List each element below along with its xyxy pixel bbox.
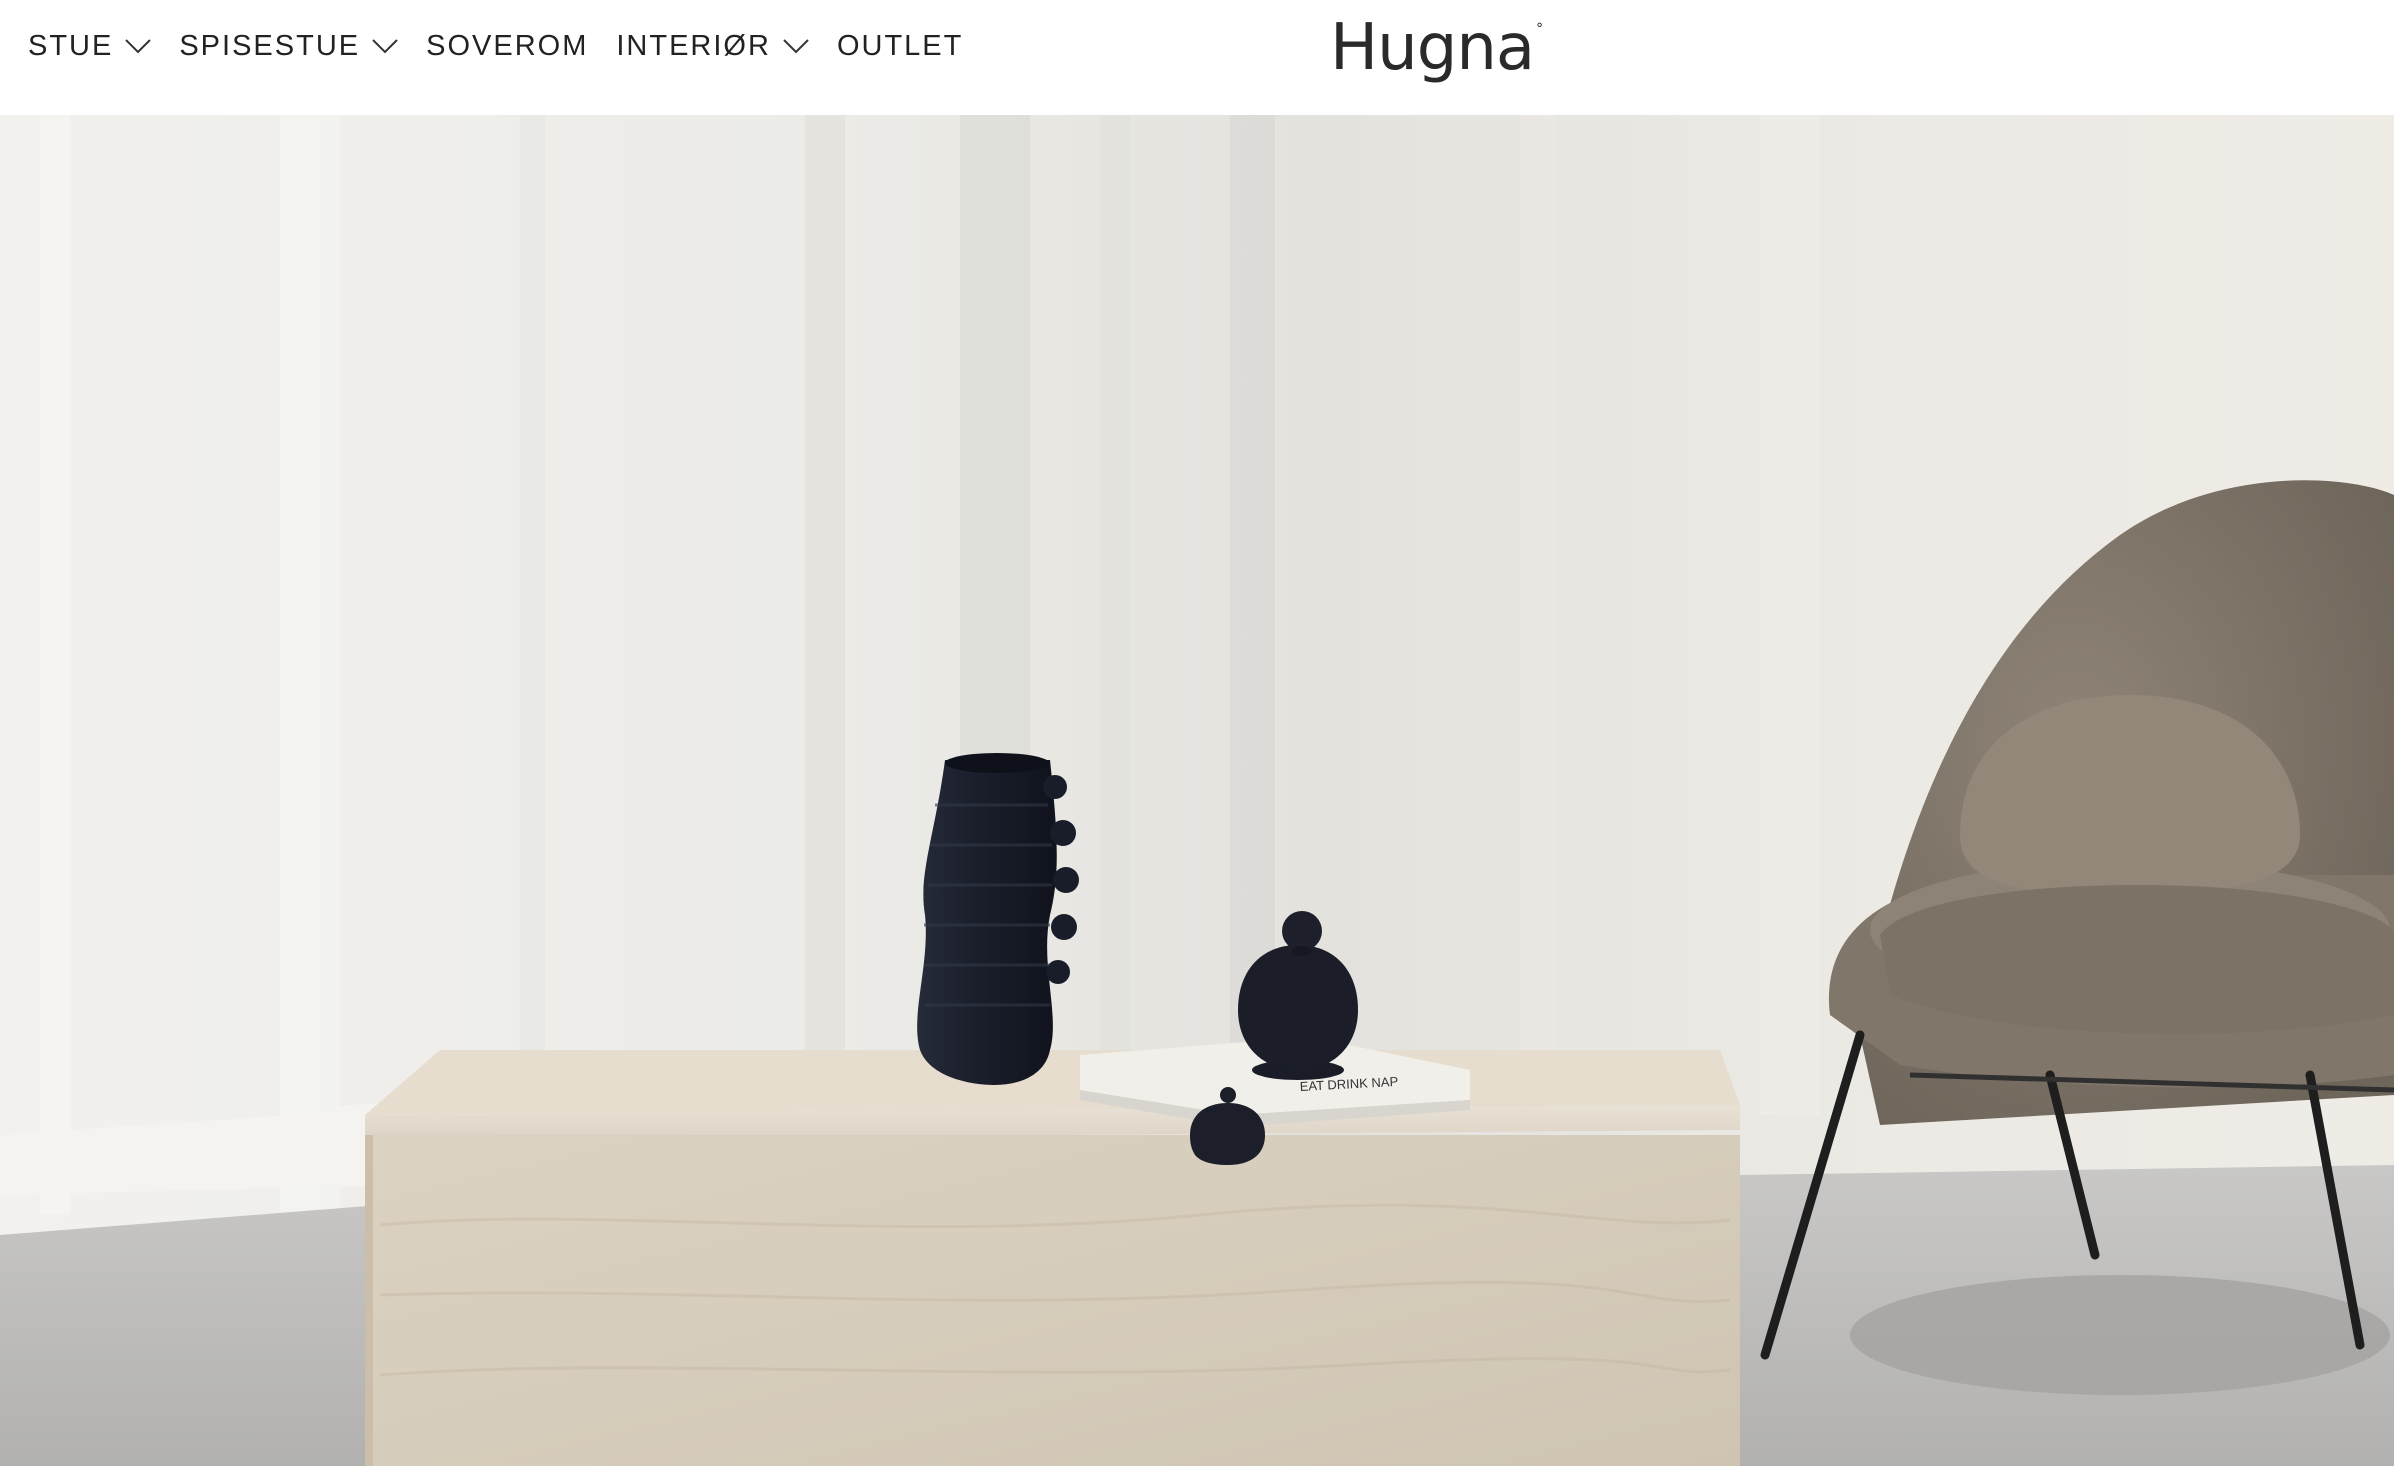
nav-item-interior[interactable]: INTERIØR [616, 30, 809, 63]
logo-text: Hugna [1330, 11, 1535, 85]
site-logo[interactable]: Hugna ° [1330, 8, 1543, 88]
nav-label: SOVEROM [426, 29, 589, 62]
hero-image: EAT DRINK NAP [0, 115, 2394, 1466]
nav-label: INTERIØR [616, 29, 771, 62]
chevron-down-icon [125, 39, 152, 54]
hero-banner[interactable]: EAT DRINK NAP [0, 115, 2394, 1466]
nav-item-stue[interactable]: STUE [28, 29, 152, 63]
logo-registered-mark: ° [1536, 21, 1543, 37]
nav-item-outlet[interactable]: OUTLET [837, 30, 963, 63]
site-header: STUE SPISESTUE SOVEROM INTERIØR OUTLET H… [0, 0, 2394, 115]
nav-label: SPISESTUE [179, 29, 361, 62]
nav-item-spisestue[interactable]: SPISESTUE [179, 30, 398, 63]
nav-label: OUTLET [836, 29, 964, 62]
chevron-down-icon [372, 39, 398, 54]
main-nav: STUE SPISESTUE SOVEROM INTERIØR OUTLET [28, 26, 991, 66]
nav-label: STUE [28, 29, 114, 62]
chevron-down-icon [783, 39, 809, 54]
nav-item-soverom[interactable]: SOVEROM [426, 30, 588, 63]
